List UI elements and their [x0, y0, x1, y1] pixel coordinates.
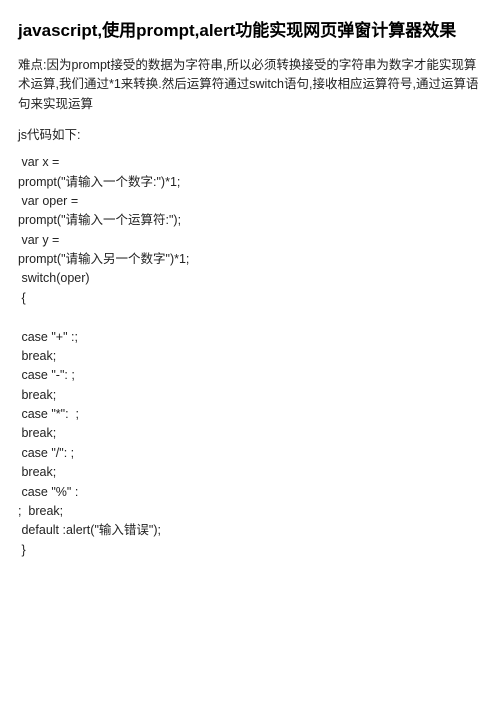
code-block: var x = prompt("请输入一个数字:")*1; var oper =… — [18, 153, 486, 560]
page-title: javascript,使用prompt,alert功能实现网页弹窗计算器效果 — [18, 20, 486, 42]
difficulty-paragraph: 难点:因为prompt接受的数据为字符串,所以必须转换接受的字符串为数字才能实现… — [18, 56, 486, 114]
code-intro: js代码如下: — [18, 124, 486, 143]
